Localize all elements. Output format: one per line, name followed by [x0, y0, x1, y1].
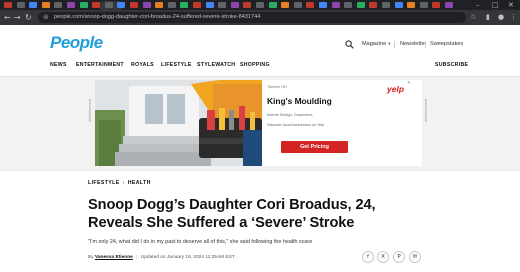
nav-royals[interactable]: ROYALS — [131, 62, 154, 68]
email-icon[interactable]: ✉ — [409, 251, 421, 263]
advertisement[interactable]: Tokenet OH yelp King's Moulding Interior… — [95, 80, 422, 166]
url-text[interactable]: people.com/snoop-dogg-daughter-cori-broa… — [54, 14, 260, 21]
chevron-right-icon: › — [122, 180, 125, 186]
get-pricing-button[interactable]: Get Pricing — [281, 141, 348, 153]
browser-tab[interactable] — [117, 2, 126, 8]
magazine-label: Magazine — [362, 41, 387, 47]
minimize-icon[interactable]: – — [476, 1, 480, 9]
pinterest-icon[interactable]: P — [393, 251, 405, 263]
byline-prefix: By — [88, 255, 94, 260]
ad-image — [95, 80, 262, 166]
browser-tab-strip: – □ ✕ — [0, 0, 520, 10]
browser-tab[interactable] — [256, 2, 264, 8]
extensions-icon[interactable]: ▮ — [486, 13, 490, 22]
newsletter-link[interactable]: Newsletter — [400, 41, 426, 47]
nav-stylewatch[interactable]: STYLEWATCH — [197, 62, 235, 68]
browser-toolbar: ← → ↻ ⊜ people.com/snoop-dogg-daughter-c… — [0, 10, 520, 25]
browser-tab[interactable] — [407, 2, 416, 8]
browser-tab[interactable] — [29, 2, 38, 8]
browser-tab[interactable] — [167, 2, 176, 8]
byline: By Vanessa Etienne | Updated on January … — [88, 255, 235, 260]
browser-tab[interactable] — [356, 2, 365, 8]
ad-description: Discover local businesses on Yelp — [267, 123, 325, 127]
search-icon[interactable] — [345, 40, 354, 49]
facebook-icon[interactable]: f — [362, 251, 374, 263]
browser-tab[interactable] — [394, 2, 403, 8]
browser-tab[interactable] — [16, 2, 25, 8]
profile-icon[interactable]: ● — [498, 13, 504, 22]
people-logo[interactable]: People — [50, 33, 103, 53]
nav-lifestyle[interactable]: LIFESTYLE — [161, 62, 192, 68]
browser-tab[interactable] — [79, 2, 88, 8]
byline-divider: | — [136, 255, 138, 260]
menu-icon[interactable]: ⋮ — [510, 13, 517, 22]
browser-tab[interactable] — [382, 2, 390, 8]
site-info-icon[interactable]: ⊜ — [43, 13, 49, 22]
maximize-icon[interactable]: □ — [492, 1, 499, 9]
ad-zone: Advertisement Advertisement Tokenet OH y… — [0, 77, 520, 171]
browser-tab[interactable] — [344, 2, 353, 8]
browser-tab[interactable] — [243, 2, 252, 8]
browser-tab[interactable] — [4, 2, 12, 8]
browser-tab[interactable] — [281, 2, 290, 8]
browser-tab[interactable] — [54, 2, 63, 8]
ad-close-icon[interactable]: ✕ — [407, 81, 411, 86]
browser-tab[interactable] — [230, 2, 239, 8]
divider — [425, 41, 426, 48]
magazine-menu[interactable]: Magazine ▾ — [362, 41, 391, 47]
browser-tab[interactable] — [205, 2, 214, 8]
ad-photo-illustration — [95, 80, 262, 166]
divider — [394, 41, 395, 48]
site-header: People Magazine ▾ Newsletter Sweepstakes … — [0, 25, 520, 77]
browser-tab[interactable] — [193, 2, 201, 8]
browser-tab[interactable] — [331, 2, 340, 8]
browser-tab[interactable] — [92, 2, 101, 8]
browser-tab[interactable] — [293, 2, 302, 8]
ad-content: Tokenet OH yelp King's Moulding Interior… — [267, 80, 417, 166]
browser-tab[interactable] — [319, 2, 327, 8]
address-bar[interactable]: ⊜ people.com/snoop-dogg-daughter-cori-br… — [38, 12, 466, 23]
breadcrumb: LIFESTYLE › HEALTH — [88, 180, 151, 186]
subscribe-link[interactable]: SUBSCRIBE — [435, 62, 468, 68]
browser-tab[interactable] — [130, 2, 138, 8]
article-headline: Snoop Dogg’s Daughter Cori Broadus, 24, … — [88, 197, 376, 231]
browser-tab[interactable] — [104, 2, 113, 8]
browser-tab[interactable] — [268, 2, 277, 8]
forward-icon[interactable]: → — [14, 13, 21, 22]
ad-side-label-right: Advertisement — [424, 99, 428, 122]
browser-tab[interactable] — [155, 2, 164, 8]
x-icon[interactable]: X — [377, 251, 389, 263]
browser-tab[interactable] — [419, 2, 428, 8]
browser-tab[interactable] — [41, 2, 50, 8]
browser-tab[interactable] — [445, 2, 453, 8]
nav-shopping[interactable]: SHOPPING — [240, 62, 270, 68]
updated-date: Updated on January 18, 2024 11:25AM EST — [140, 255, 235, 260]
reload-icon[interactable]: ↻ — [25, 13, 32, 22]
browser-tab[interactable] — [180, 2, 189, 8]
chevron-down-icon: ▾ — [388, 41, 391, 46]
browser-tab[interactable] — [306, 2, 315, 8]
browser-tab[interactable] — [218, 2, 227, 8]
author-link[interactable]: Vanessa Etienne — [95, 255, 133, 260]
nav-entertainment[interactable]: ENTERTAINMENT — [76, 62, 124, 68]
breadcrumb-lifestyle[interactable]: LIFESTYLE — [88, 180, 120, 186]
ad-sponsor: Tokenet OH — [267, 85, 288, 89]
browser-tab[interactable] — [369, 2, 378, 8]
ad-title[interactable]: King's Moulding — [267, 96, 332, 106]
breadcrumb-health[interactable]: HEALTH — [128, 180, 151, 186]
ad-side-label-left: Advertisement — [88, 99, 92, 122]
nav-news[interactable]: NEWS — [50, 62, 67, 68]
browser-tab[interactable] — [432, 2, 441, 8]
back-icon[interactable]: ← — [4, 13, 11, 22]
ad-category: Interior Design, Carpenters — [267, 113, 313, 117]
browser-tab[interactable] — [142, 2, 151, 8]
article-dek: "I'm only 24, what did I do in my past t… — [88, 239, 313, 245]
close-window-icon[interactable]: ✕ — [508, 1, 514, 9]
sweepstakes-link[interactable]: Sweepstakes — [430, 41, 463, 47]
browser-tab[interactable] — [67, 2, 75, 8]
yelp-logo: yelp — [387, 84, 405, 94]
bookmark-star-icon[interactable]: ☆ — [470, 13, 476, 22]
